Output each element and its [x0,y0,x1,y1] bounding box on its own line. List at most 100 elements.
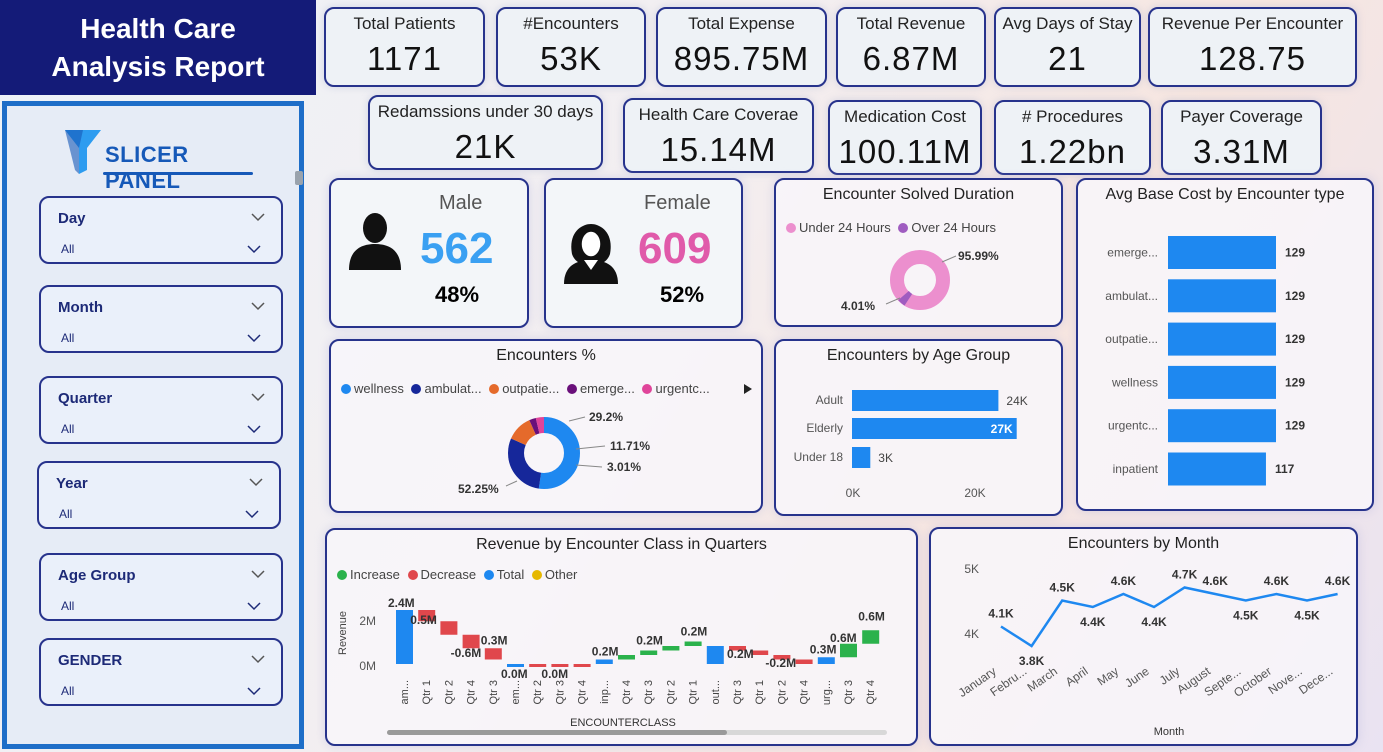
slicer-panel-heading: SLICER PANEL [105,142,189,193]
x-tick-label: Qtr 3 [554,680,566,704]
waterfall-bar[interactable] [840,643,857,658]
waterfall-bar[interactable] [684,641,702,647]
heading-underline [103,172,253,175]
waterfall-bar[interactable] [440,621,458,635]
donut-slice-over-24h[interactable] [898,290,913,306]
data-label: 129 [1285,419,1305,433]
x-tick-label: Qtr 2 [532,680,544,704]
kpi-value: 6.87M [862,40,960,77]
kpi-label: Payer Coverage [1180,107,1303,126]
chevron-down-icon[interactable] [251,212,265,222]
data-label: 4.5K [1050,581,1076,595]
kpi-value: 1.22bn [1019,133,1126,170]
chevron-down-icon[interactable] [247,686,261,696]
kpi-label: Revenue Per Encounter [1161,14,1344,33]
bar[interactable] [1168,452,1266,486]
x-tick-label: Qtr 3 [843,680,855,704]
chevron-down-icon[interactable] [247,424,261,434]
revenue-waterfall-chart: Revenue 2M 0M am... Qtr 1 Qtr 2 Qtr 4 Qtr 3 em..… [337,596,887,735]
bar[interactable] [852,447,871,468]
horizontal-scrollbar-thumb[interactable] [387,730,727,735]
data-label: 4.6K [1111,574,1137,588]
slicer-year[interactable]: Year All [37,461,281,529]
category-label: Adult [816,393,844,407]
data-label: 4.4K [1080,615,1106,629]
data-label: 4.4K [1141,615,1167,629]
slicer-day[interactable]: Day All [39,196,283,264]
chevron-down-icon[interactable] [247,601,261,611]
waterfall-bar[interactable] [595,659,613,665]
age-group-chart: Adult 24K Elderly 27K Under 18 3K 0K 20K [794,390,1028,500]
y-tick-label: 5K [964,562,979,576]
data-label: 129 [1285,332,1305,346]
x-tick-label: am... [399,680,411,704]
x-tick-label: Qtr 4 [466,680,478,704]
kpi-avg-days-of-stay: Avg Days of Stay 21 [994,7,1141,87]
data-label: 52.25% [458,482,499,496]
kpi-label: # Procedures [1021,107,1124,126]
slicer-quarter[interactable]: Quarter All [39,376,283,444]
by-month-panel: Encounters by Month 5K 4K 4.1K January 3.8K F… [929,527,1358,746]
kpi-readmissions: Redamssions under 30 days 21K [368,95,603,170]
slicer-label: Day [58,210,86,227]
bar[interactable] [1168,279,1276,313]
chevron-down-icon[interactable] [245,509,259,519]
x-tick-label: urg... [821,680,833,705]
bar[interactable] [1168,322,1276,356]
chevron-down-icon[interactable] [247,244,261,254]
chevron-down-icon[interactable] [251,654,265,664]
kpi-total-revenue: Total Revenue 6.87M [836,7,986,87]
report-title-line2: Analysis Report [51,51,265,82]
waterfall-bar[interactable] [662,646,680,651]
data-label: 4.6K [1203,574,1229,588]
bar[interactable] [1168,409,1276,443]
waterfall-bar[interactable] [640,650,658,656]
data-label: 129 [1285,289,1305,303]
x-tick-label: Dece... [1296,664,1335,697]
chevron-down-icon[interactable] [249,477,263,487]
x-tick-label: inp... [599,680,611,704]
chevron-down-icon[interactable] [251,392,265,402]
slicer-label: Age Group [58,567,136,584]
bar[interactable] [852,390,999,411]
slicer-value: All [61,684,75,698]
kpi-label: Health Care Coverae [638,105,799,124]
category-label: Elderly [806,421,843,435]
slicer-month[interactable]: Month All [39,285,283,353]
chevron-down-icon[interactable] [247,333,261,343]
data-label: 4.1K [988,607,1014,621]
data-label: -0.6M [451,646,482,660]
avg-base-cost-panel: Avg Base Cost by Encounter type emerge..… [1076,178,1374,511]
waterfall-bar[interactable] [751,650,769,656]
waterfall-bar[interactable] [795,659,813,665]
data-label: 4.7K [1172,568,1198,582]
chevron-down-icon[interactable] [251,301,265,311]
slicer-value: All [61,331,75,345]
x-tick-label: Qtr 1 [688,680,700,704]
data-label: 0.6M [830,631,857,645]
waterfall-bar[interactable] [484,648,502,660]
waterfall-bar[interactable] [862,630,880,644]
waterfall-bar[interactable] [817,657,835,664]
bar[interactable] [1168,236,1276,269]
data-label: 3K [878,451,893,465]
data-label: 0.2M [592,645,619,659]
category-label: urgentc... [1108,419,1158,433]
series-line[interactable] [1000,586,1338,648]
solved-duration-donut: 95.99% 4.01% [841,249,999,313]
slicer-age-group[interactable]: Age Group All [39,553,283,621]
waterfall-bar[interactable] [573,664,591,667]
scrollbar-thumb[interactable] [295,171,303,185]
data-label: 3.01% [607,460,641,474]
slicer-gender[interactable]: GENDER All [39,638,283,706]
chevron-down-icon[interactable] [251,569,265,579]
encounters-pct-panel: Encounters % wellness ambulat... outpati… [329,339,763,513]
waterfall-bar[interactable] [706,646,724,664]
category-label: emerge... [1107,246,1158,260]
y-tick-label: 0M [359,659,376,673]
category-label: ambulat... [1105,289,1158,303]
waterfall-bar[interactable] [618,655,635,660]
data-label: 0.2M [636,634,663,648]
bar[interactable] [1168,365,1276,399]
data-label: 4.6K [1325,574,1351,588]
